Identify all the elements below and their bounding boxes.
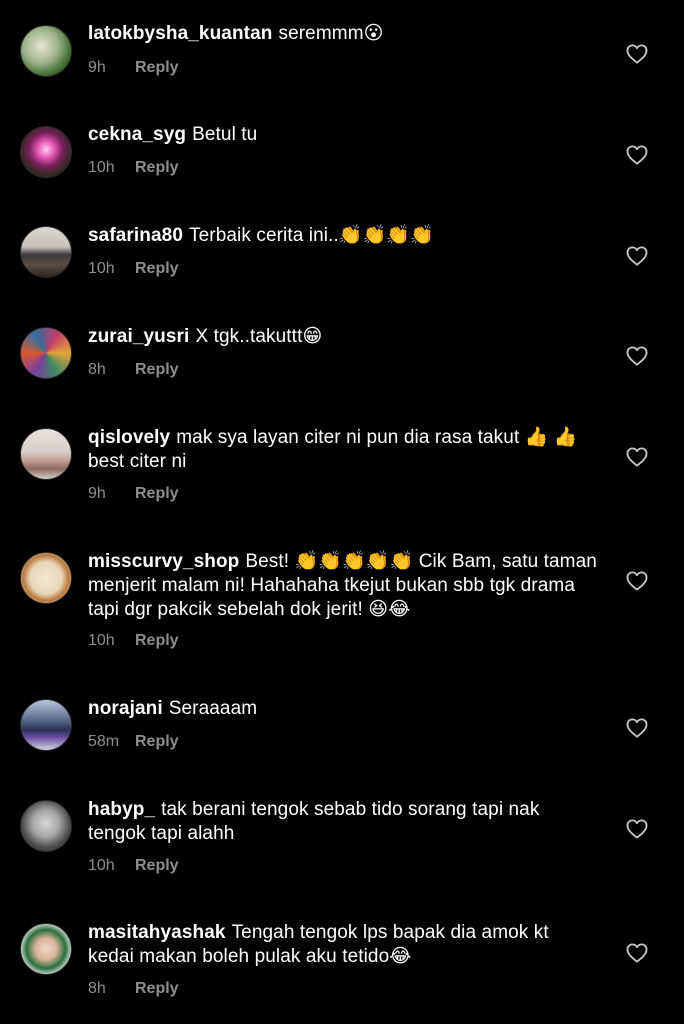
heart-icon[interactable] bbox=[626, 943, 648, 963]
avatar[interactable] bbox=[20, 226, 72, 278]
heart-icon[interactable] bbox=[626, 346, 648, 366]
heart-icon[interactable] bbox=[626, 145, 648, 165]
avatar[interactable] bbox=[20, 126, 72, 178]
avatar[interactable] bbox=[20, 552, 72, 604]
heart-icon[interactable] bbox=[626, 447, 648, 467]
avatar[interactable] bbox=[20, 428, 72, 480]
comment-username[interactable]: qislovely bbox=[88, 427, 170, 448]
comment-text: tak berani tengok sebab tido sorang tapi… bbox=[88, 799, 540, 844]
comment-time: 10h bbox=[88, 260, 115, 277]
avatar[interactable] bbox=[20, 25, 72, 77]
comment-username[interactable]: cekna_syg bbox=[88, 124, 186, 145]
comment-text: seremmm😮 bbox=[278, 23, 384, 44]
comment-time: 58m bbox=[88, 733, 120, 750]
avatar[interactable] bbox=[20, 699, 72, 751]
comment-time: 9h bbox=[88, 59, 106, 76]
comment-username[interactable]: safarina80 bbox=[88, 225, 183, 246]
heart-icon[interactable] bbox=[626, 571, 648, 591]
avatar[interactable] bbox=[20, 327, 72, 379]
comment-time: 9h bbox=[88, 485, 106, 502]
reply-button[interactable]: Reply bbox=[135, 260, 179, 277]
comment-time: 8h bbox=[88, 980, 106, 997]
reply-button[interactable]: Reply bbox=[135, 857, 179, 874]
comment-text: X tgk..takuttt😁 bbox=[195, 326, 323, 347]
reply-button[interactable]: Reply bbox=[135, 485, 179, 502]
comment-username[interactable]: norajani bbox=[88, 698, 163, 719]
heart-icon[interactable] bbox=[626, 819, 648, 839]
comment-text: Terbaik cerita ini..👏👏👏👏 bbox=[189, 225, 434, 246]
comment-time: 8h bbox=[88, 361, 106, 378]
reply-button[interactable]: Reply bbox=[135, 59, 179, 76]
comment-username[interactable]: latokbysha_kuantan bbox=[88, 23, 272, 44]
heart-icon[interactable] bbox=[626, 718, 648, 738]
reply-button[interactable]: Reply bbox=[135, 361, 179, 378]
reply-button[interactable]: Reply bbox=[135, 632, 179, 649]
avatar[interactable] bbox=[20, 923, 72, 975]
comment-username[interactable]: habyp_ bbox=[88, 799, 155, 820]
comment-username[interactable]: misscurvy_shop bbox=[88, 551, 239, 572]
comment-username[interactable]: zurai_yusri bbox=[88, 326, 189, 347]
heart-icon[interactable] bbox=[626, 44, 648, 64]
comment-username[interactable]: masitahyashak bbox=[88, 922, 226, 943]
avatar[interactable] bbox=[20, 800, 72, 852]
comment-time: 10h bbox=[88, 159, 115, 176]
comment-time: 10h bbox=[88, 857, 115, 874]
heart-icon[interactable] bbox=[626, 246, 648, 266]
reply-button[interactable]: Reply bbox=[135, 733, 179, 750]
reply-button[interactable]: Reply bbox=[135, 159, 179, 176]
reply-button[interactable]: Reply bbox=[135, 980, 179, 997]
comment-time: 10h bbox=[88, 632, 115, 649]
comment-text: Betul tu bbox=[192, 124, 258, 145]
comment-text: Seraaaam bbox=[168, 698, 258, 719]
